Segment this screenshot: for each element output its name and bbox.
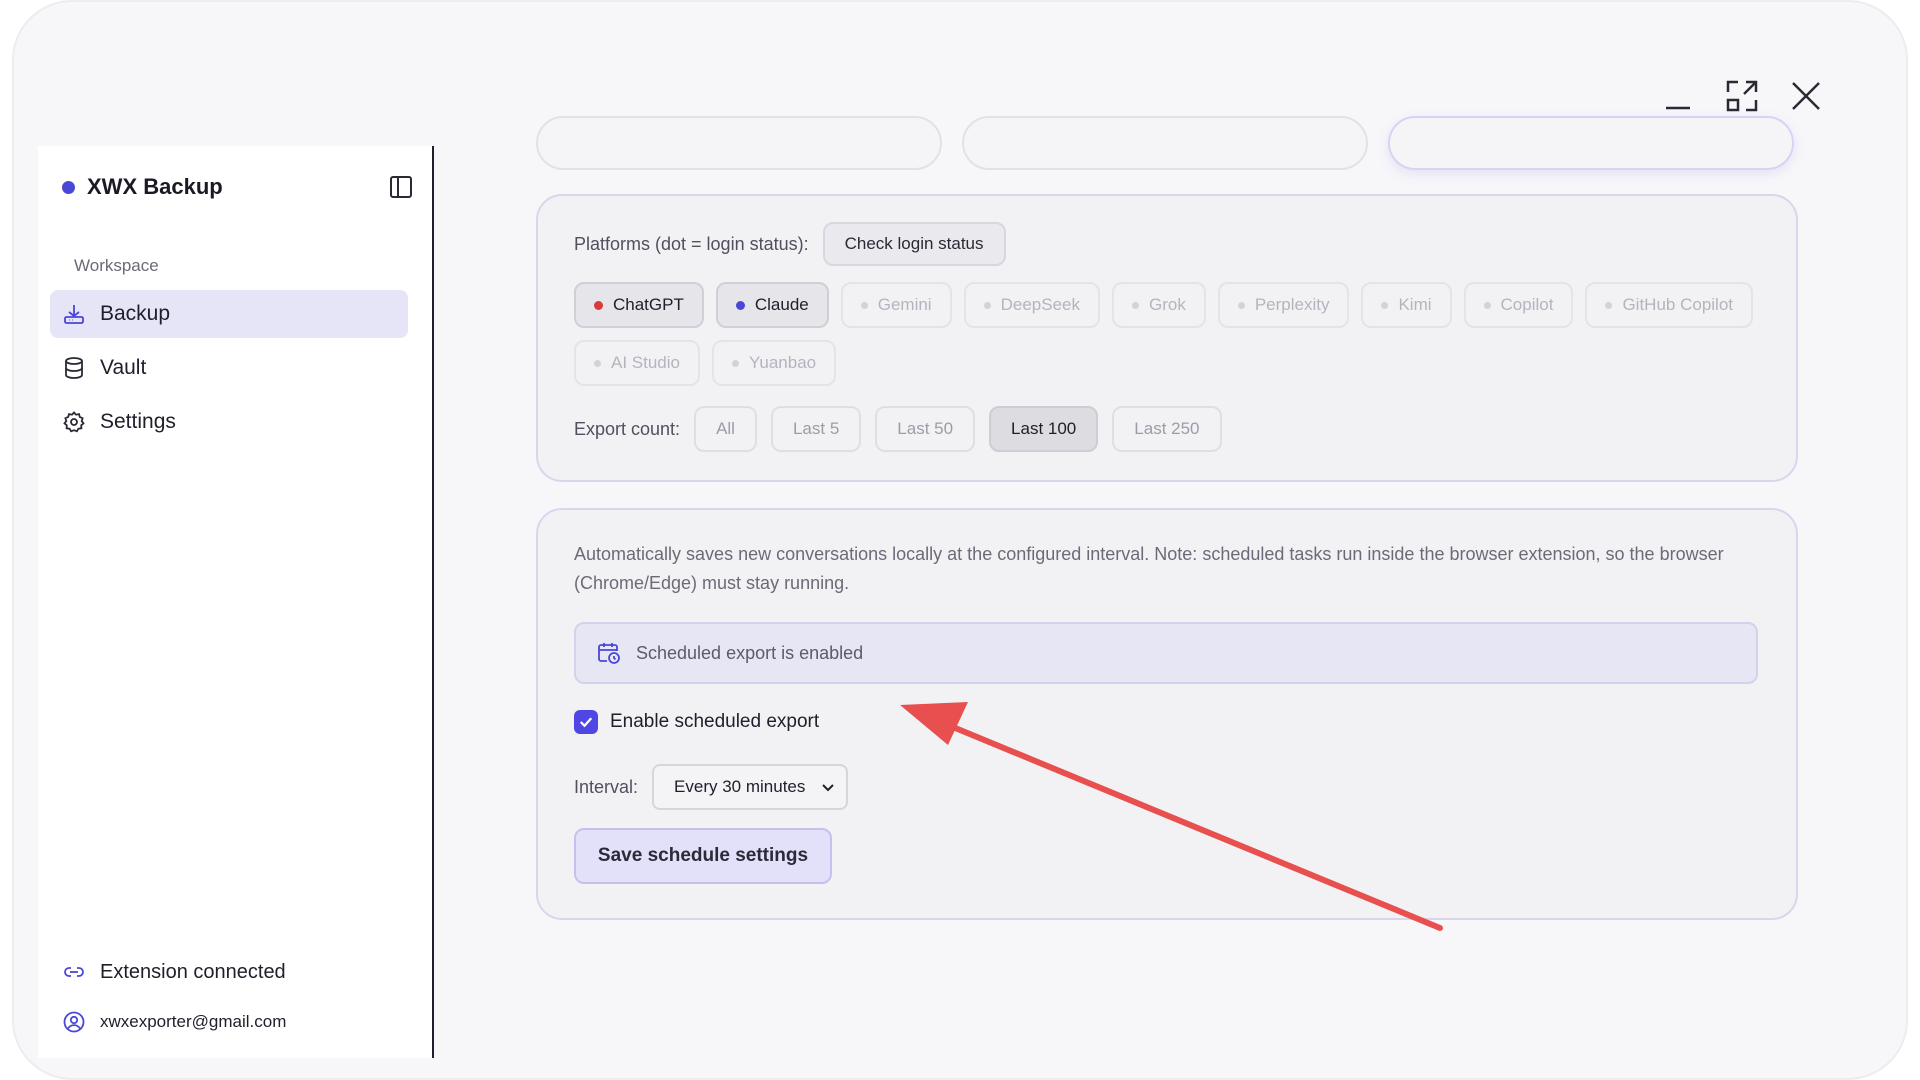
platform-chip-ai-studio[interactable]: AI Studio: [574, 340, 700, 386]
login-status-dot: [594, 359, 601, 367]
interval-select[interactable]: Every 30 minutes: [652, 764, 849, 810]
schedule-status-banner: Scheduled export is enabled: [574, 622, 1758, 684]
platform-name: Copilot: [1500, 295, 1554, 314]
check-login-status-button[interactable]: Check login status: [822, 222, 1006, 266]
schedule-status-text: Scheduled export is enabled: [636, 642, 864, 663]
platform-chip-kimi[interactable]: Kimi: [1361, 282, 1452, 328]
login-status-dot: [860, 301, 868, 309]
platform-name: Gemini: [877, 295, 932, 314]
platform-chip-claude[interactable]: Claude: [715, 282, 829, 328]
calendar-clock-icon: [598, 643, 620, 664]
close-icon[interactable]: [1788, 78, 1824, 114]
platform-name: Claude: [754, 295, 809, 314]
interval-row: Interval: Every 30 minutes: [574, 764, 849, 810]
export-count-last-100[interactable]: Last 100: [989, 406, 1099, 452]
platform-name: DeepSeek: [1000, 295, 1080, 314]
maximize-icon[interactable]: [1724, 78, 1760, 114]
login-status-dot: [1237, 301, 1245, 309]
login-status-dot: [1381, 301, 1389, 309]
interval-label: Interval:: [574, 776, 639, 797]
login-status-dot: [732, 359, 739, 367]
enable-schedule-label[interactable]: Enable scheduled export: [610, 711, 819, 733]
platform-name: Perplexity: [1254, 295, 1330, 314]
database-icon: [65, 357, 83, 379]
sidebar-item-label: Backup: [100, 302, 171, 325]
download-tray-icon: [64, 305, 84, 324]
top-card[interactable]: [1388, 116, 1794, 170]
export-count-all[interactable]: All: [694, 406, 757, 452]
window-controls: [1660, 78, 1824, 114]
login-status-dot: [735, 300, 745, 310]
extension-status-text: Extension connected: [100, 960, 286, 983]
platforms-header: Platforms (dot = login status): Check lo…: [574, 222, 1006, 266]
link-icon: [64, 967, 84, 977]
sidebar-item-settings[interactable]: Settings: [50, 398, 408, 446]
app-window: XWX Backup Workspace Backup Vault Settin…: [12, 0, 1908, 1080]
gear-icon: [63, 411, 85, 433]
top-cards: [536, 116, 1794, 170]
sidebar-item-backup[interactable]: Backup: [50, 290, 408, 338]
brand-dot: [62, 180, 75, 194]
sidebar-footer: Extension connected xwxexporter@gmail.co…: [62, 934, 286, 1034]
export-count-last-5[interactable]: Last 5: [770, 406, 862, 452]
platforms-panel: Platforms (dot = login status): Check lo…: [536, 194, 1798, 482]
enable-schedule-checkbox[interactable]: [574, 710, 598, 734]
app-title: XWX Backup: [87, 174, 223, 199]
platform-chip-copilot[interactable]: Copilot: [1463, 282, 1574, 328]
export-count-row: Export count: All Last 5 Last 50 Last 100 La…: [574, 406, 1236, 452]
platform-chip-gemini[interactable]: Gemini: [840, 282, 952, 328]
interval-value: Every 30 minutes: [674, 777, 806, 796]
sidebar-item-vault[interactable]: Vault: [50, 344, 408, 392]
sidebar-item-label: Settings: [100, 410, 176, 433]
sidebar-nav: Backup Vault Settings: [50, 290, 408, 452]
platform-chip-github-copilot[interactable]: GitHub Copilot: [1585, 282, 1754, 328]
schedule-description: Automatically saves new conversations lo…: [574, 544, 1724, 593]
schedule-panel: Automatically saves new conversations lo…: [536, 508, 1798, 920]
platform-chip-chatgpt[interactable]: ChatGPT: [574, 282, 704, 328]
platform-chips: ChatGPT Claude Gemini DeepSeek Grok Perplexit…: [574, 282, 1774, 386]
top-card[interactable]: [962, 116, 1368, 170]
platform-chip-grok[interactable]: Grok: [1111, 282, 1206, 328]
sidebar-item-label: Vault: [100, 356, 147, 379]
export-count-last-50[interactable]: Last 50: [875, 406, 976, 452]
platform-name: GitHub Copilot: [1622, 295, 1734, 314]
account-row[interactable]: xwxexporter@gmail.com: [62, 1010, 286, 1034]
login-status-dot: [1131, 301, 1139, 309]
platform-name: Kimi: [1398, 295, 1432, 314]
chevron-down-icon: [822, 784, 834, 792]
platform-name: ChatGPT: [613, 295, 684, 314]
platforms-label: Platforms (dot = login status):: [574, 233, 809, 254]
user-circle-icon: [63, 1011, 85, 1033]
platform-chip-deepseek[interactable]: DeepSeek: [963, 282, 1100, 328]
export-count-label: Export count:: [574, 418, 681, 439]
extension-status: Extension connected: [62, 960, 286, 984]
platform-name: Yuanbao: [749, 353, 817, 372]
minimize-icon[interactable]: [1660, 78, 1696, 114]
login-status-dot: [594, 300, 603, 310]
platform-chip-yuanbao[interactable]: Yuanbao: [712, 340, 837, 386]
save-schedule-button[interactable]: Save schedule settings: [574, 828, 832, 884]
top-card[interactable]: [536, 116, 942, 170]
platform-name: AI Studio: [611, 353, 680, 372]
sidebar: XWX Backup Workspace Backup Vault Settin…: [38, 146, 434, 1058]
account-email: xwxexporter@gmail.com: [100, 1012, 287, 1031]
enable-schedule-row: Enable scheduled export: [574, 710, 819, 734]
login-status-dot: [1605, 301, 1613, 309]
sidebar-toggle-icon[interactable]: [388, 174, 414, 200]
login-status-dot: [1483, 301, 1491, 309]
platform-chip-perplexity[interactable]: Perplexity: [1217, 282, 1350, 328]
section-label-workspace: Workspace: [74, 256, 159, 275]
login-status-dot: [983, 301, 991, 309]
export-count-last-250[interactable]: Last 250: [1112, 406, 1222, 452]
main-content: Platforms (dot = login status): Check lo…: [434, 116, 1906, 1078]
platform-name: Grok: [1148, 295, 1186, 314]
brand: XWX Backup: [62, 174, 223, 200]
